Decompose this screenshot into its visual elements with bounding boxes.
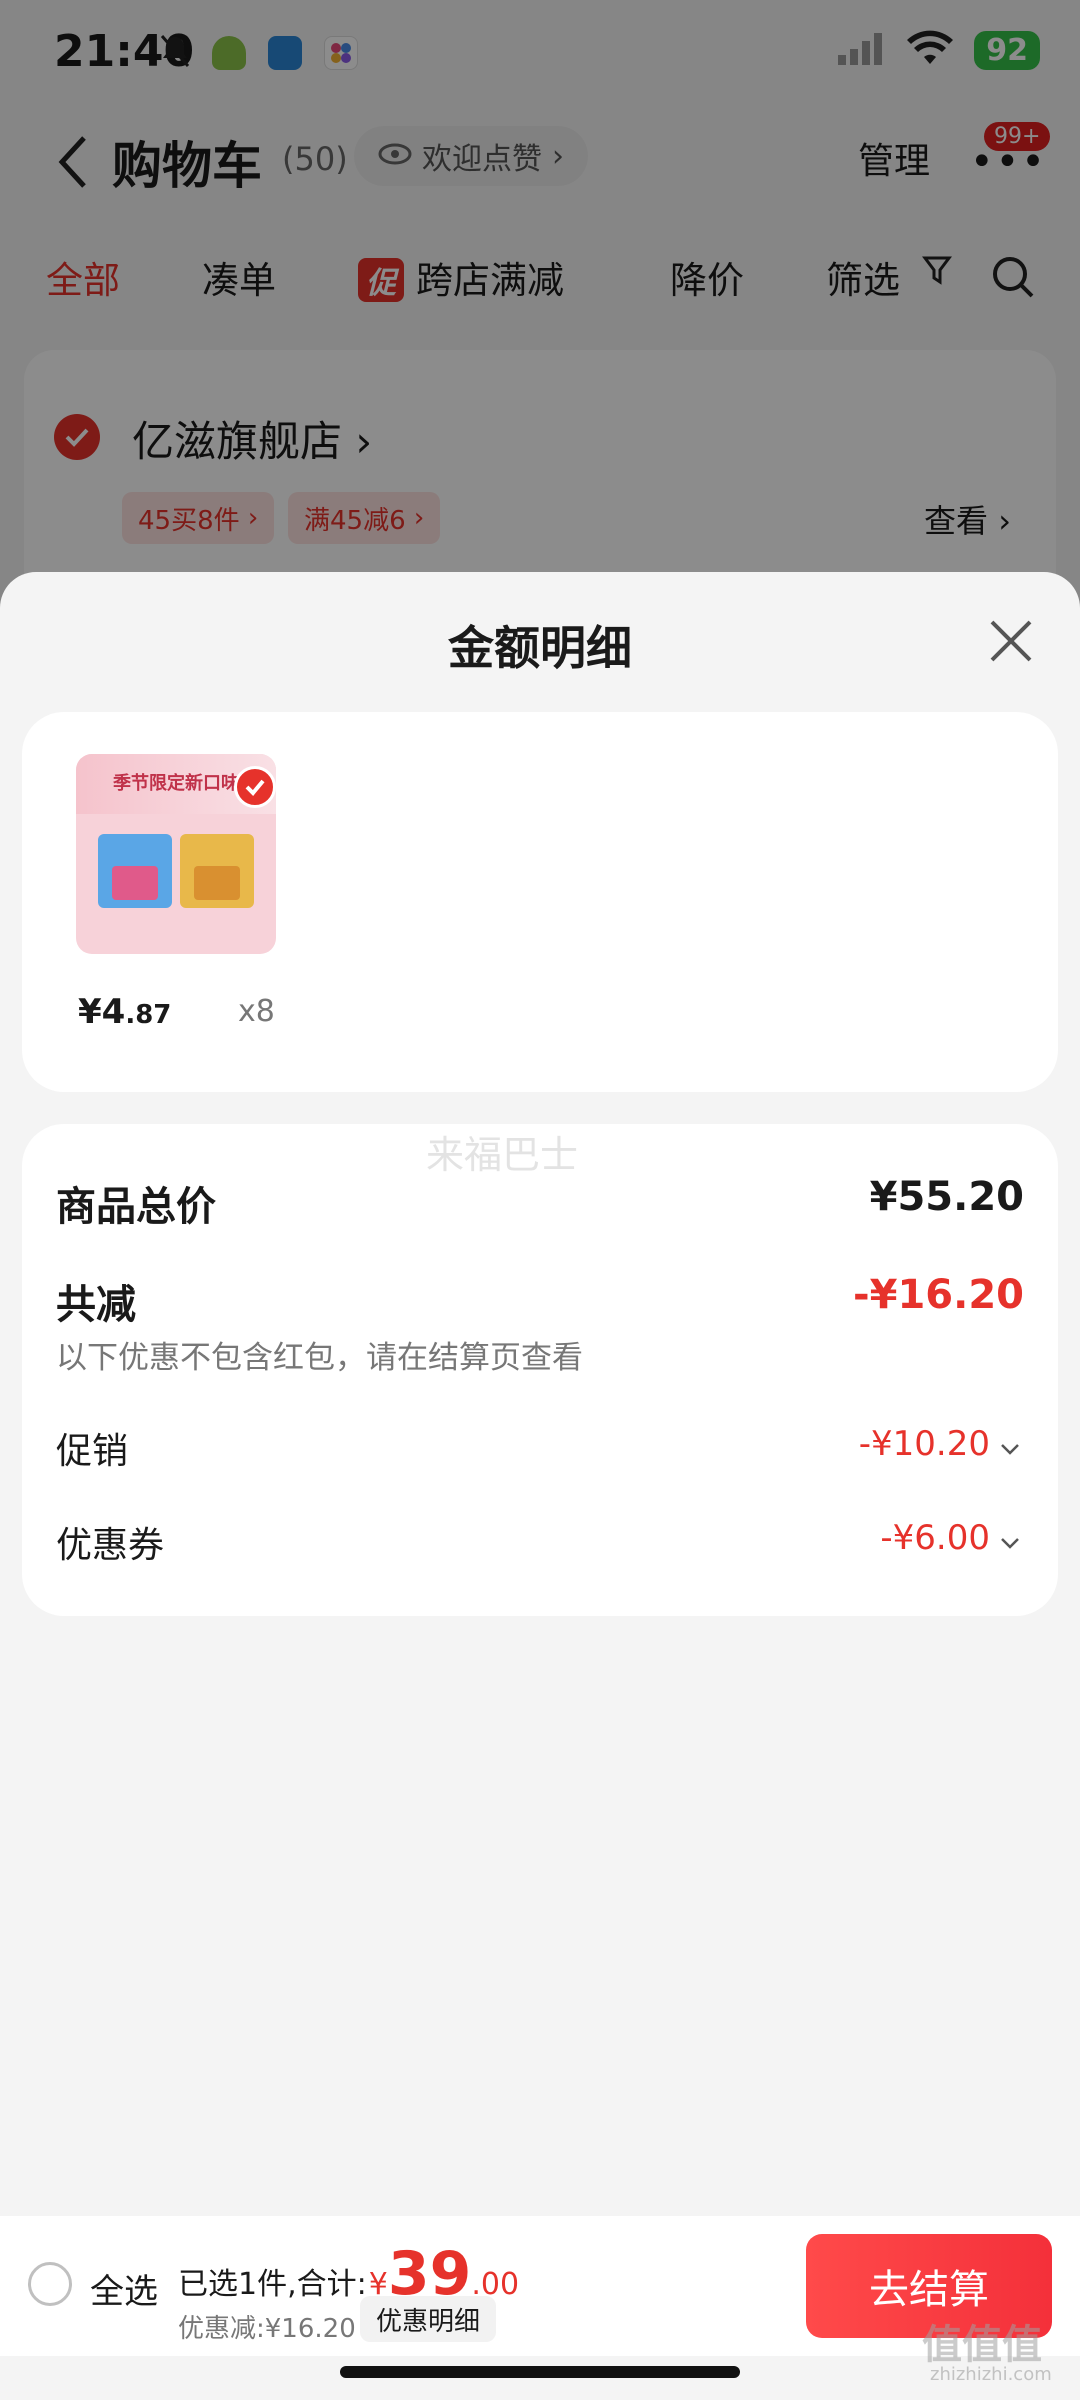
- promo-row-toggle[interactable]: -¥10.20: [859, 1424, 1020, 1464]
- subtotal-label: 商品总价: [56, 1184, 216, 1230]
- product-price: ¥4.87: [78, 992, 172, 1032]
- subtotal-value: ¥55.20: [869, 1174, 1024, 1220]
- promo-label: 促销: [56, 1431, 129, 1472]
- reduction-label: 共减: [56, 1282, 136, 1328]
- checkout-bar: 全选 已选1件,合计: ¥ 39 .00 优惠减:¥16.20 优惠明细 去结算: [0, 2216, 1080, 2356]
- discount-detail-button[interactable]: 优惠明细: [360, 2296, 497, 2342]
- amount-detail-sheet: 金额明细 季节限定新口味 ¥4.87 x8 来福巴士 商品总价 ¥55.20 共…: [0, 572, 1080, 2400]
- total-amount: 39: [387, 2239, 472, 2309]
- reduction-value: -¥16.20: [853, 1272, 1024, 1318]
- sheet-title: 金额明细: [448, 621, 632, 675]
- coupon-label: 优惠券: [56, 1525, 165, 1566]
- chevron-down-icon: [1000, 1424, 1020, 1464]
- select-all-label[interactable]: 全选: [90, 2264, 158, 2313]
- watermark: 来福巴士: [426, 1133, 579, 1177]
- checkmark-icon: [234, 766, 276, 808]
- product-card: 季节限定新口味 ¥4.87 x8: [22, 712, 1058, 1092]
- chevron-down-icon: [1000, 1518, 1020, 1558]
- close-icon[interactable]: [986, 616, 1036, 666]
- discount-text: 优惠减:¥16.20: [178, 2314, 356, 2344]
- product-box-image: [98, 834, 172, 908]
- product-thumbnail[interactable]: 季节限定新口味: [76, 754, 276, 954]
- corner-watermark-url: zhizhizhi.com: [930, 2364, 1052, 2385]
- promo-value: -¥10.20: [858, 1424, 990, 1464]
- price-summary: 来福巴士 商品总价 ¥55.20 共减 -¥16.20 以下优惠不包含红包，请在…: [22, 1124, 1058, 1616]
- coupon-row-toggle[interactable]: -¥6.00: [880, 1518, 1020, 1558]
- coupon-value: -¥6.00: [880, 1518, 990, 1558]
- product-quantity: x8: [238, 994, 275, 1029]
- select-all-checkbox[interactable]: [28, 2262, 72, 2306]
- reduction-note: 以下优惠不包含红包，请在结算页查看: [56, 1340, 583, 1376]
- home-indicator: [340, 2366, 740, 2378]
- product-box-image: [180, 834, 254, 908]
- corner-watermark: 值值值: [922, 2322, 1042, 2368]
- selected-count: 已选1件,合计:: [178, 2267, 367, 2302]
